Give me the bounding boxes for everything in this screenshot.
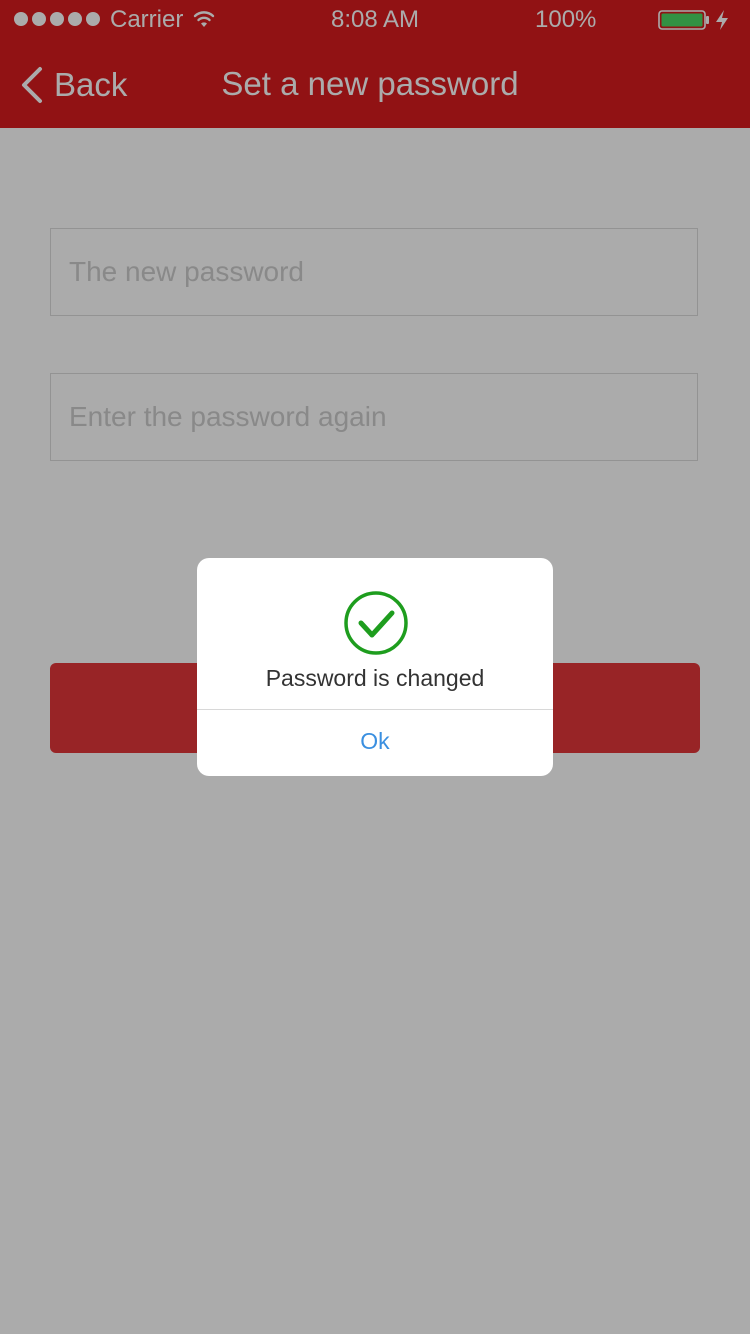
ok-button[interactable]: Ok <box>197 710 553 776</box>
dialog-message: Password is changed <box>265 665 485 691</box>
success-dialog: Password is changed Ok <box>197 558 553 776</box>
screen: Carrier 8:08 AM 100% Back Set a new pass… <box>0 0 750 1334</box>
check-circle-icon <box>344 591 408 655</box>
